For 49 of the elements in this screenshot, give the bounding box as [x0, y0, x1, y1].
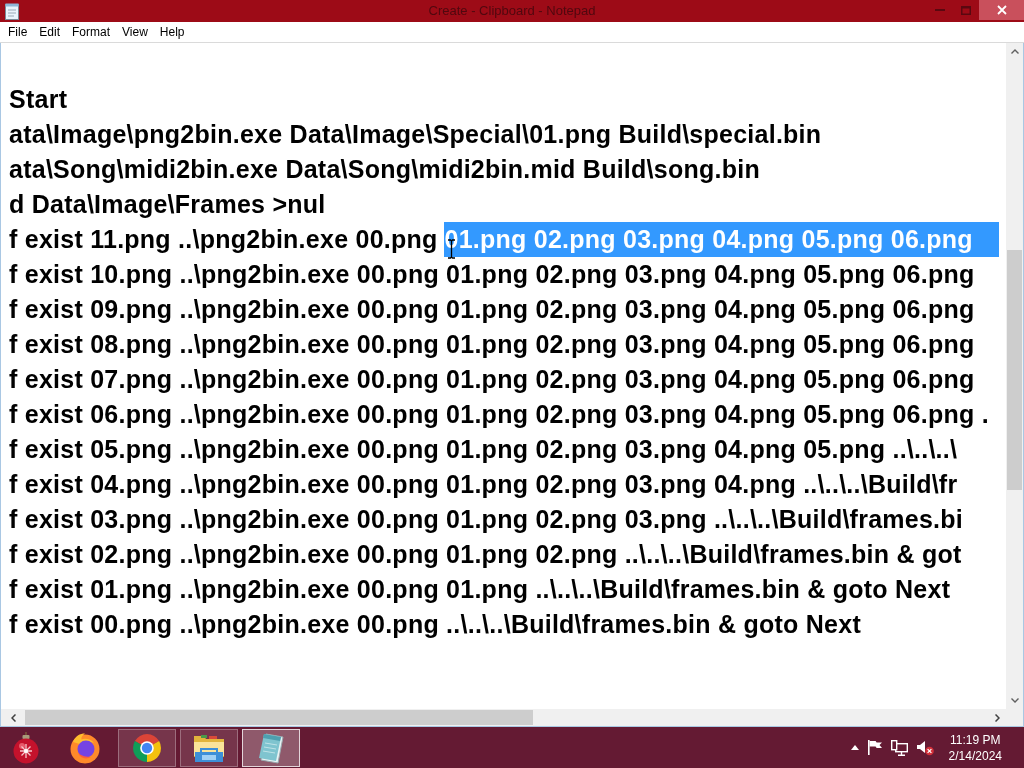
code-line: f exist 04.png ..\png2bin.exe 00.png 01.png 02.png 03.png 04.png ..\..\..\Build\fr	[9, 469, 958, 500]
code-line: f exist 07.png ..\png2bin.exe 00.png 01.png 02.png 03.png 04.png 05.png 06.png	[9, 364, 975, 395]
vertical-scrollbar[interactable]	[1006, 43, 1023, 709]
close-button[interactable]	[979, 0, 1024, 20]
arrow-left-icon[interactable]	[10, 713, 16, 722]
code-line: f exist 08.png ..\png2bin.exe 00.png 01.png 02.png 03.png 04.png 05.png 06.png	[9, 329, 975, 360]
minimize-icon	[935, 9, 945, 11]
ornament-icon	[12, 731, 40, 764]
muted-speaker-icon[interactable]	[916, 739, 934, 756]
code-line: ata\Song\midi2bin.exe Data\Song\midi2bin.mid Build\song.bin	[9, 154, 760, 185]
menu-item[interactable]: Help	[153, 23, 191, 41]
taskbar-button[interactable]	[242, 728, 300, 767]
selected-text: 01.png 02.png 03.png 04.png 05.png 06.png	[444, 222, 999, 257]
code-line: f exist 01.png ..\png2bin.exe 00.png 01.png ..\..\..\Build\frames.bin & goto Next	[9, 574, 951, 605]
code-line: d Data\Image\Frames >nul	[9, 189, 326, 220]
code-line: f exist 03.png ..\png2bin.exe 00.png 01.png 02.png 03.png ..\..\..\Build\frames.bi	[9, 504, 963, 535]
flame-globe-icon	[69, 731, 101, 764]
code-line: f exist 06.png ..\png2bin.exe 00.png 01.png 02.png 03.png 04.png 05.png 06.png .	[9, 399, 989, 430]
notepad-icon	[4, 2, 20, 20]
menu-item[interactable]: View	[116, 23, 154, 41]
browser-icon	[132, 732, 162, 763]
code-line: f exist 05.png ..\png2bin.exe 00.png 01.png 02.png 03.png 04.png 05.png ..\..\..\	[9, 434, 958, 465]
maximize-icon	[961, 5, 971, 15]
arrow-up-icon[interactable]	[1010, 49, 1019, 54]
window-title: Create - Clipboard - Notepad	[428, 2, 596, 21]
clock-time[interactable]: 11:19 PM	[948, 731, 1002, 748]
code-line: f exist 00.png ..\png2bin.exe 00.png ..\..\..\Build\frames.bin & goto Next	[9, 609, 861, 640]
network-icon[interactable]	[890, 739, 908, 756]
code-line: Start	[9, 84, 68, 115]
taskbar-button[interactable]	[118, 728, 176, 767]
caret-up-icon[interactable]	[850, 745, 859, 750]
close-icon	[996, 5, 1007, 15]
flag-icon[interactable]	[867, 740, 882, 755]
folder-icon	[193, 732, 225, 763]
scrollbar-thumb[interactable]	[25, 710, 533, 725]
menu-item[interactable]: Format	[66, 23, 117, 41]
code-line: f exist 02.png ..\png2bin.exe 00.png 01.png 02.png ..\..\..\Build\frames.bin & got	[9, 539, 962, 570]
menu-item[interactable]: Edit	[33, 23, 67, 41]
taskbar-button[interactable]	[180, 728, 238, 767]
notepad-icon	[257, 731, 285, 764]
clock-date[interactable]: 2/14/2024	[948, 747, 1002, 764]
scrollbar-thumb[interactable]	[1007, 250, 1022, 490]
code-line: f exist 09.png ..\png2bin.exe 00.png 01.png 02.png 03.png 04.png 05.png 06.png	[9, 294, 975, 325]
code-line: f exist 10.png ..\png2bin.exe 00.png 01.png 02.png 03.png 04.png 05.png 06.png	[9, 259, 975, 290]
arrow-down-icon[interactable]	[1010, 698, 1019, 703]
menu-item[interactable]: File	[2, 23, 34, 41]
arrow-right-icon[interactable]	[995, 713, 1000, 722]
code-line: f exist 11.png ..\png2bin.exe 00.png	[9, 224, 438, 255]
code-line: ata\Image\png2bin.exe Data\Image\Special\01.png Build\special.bin	[9, 119, 822, 150]
